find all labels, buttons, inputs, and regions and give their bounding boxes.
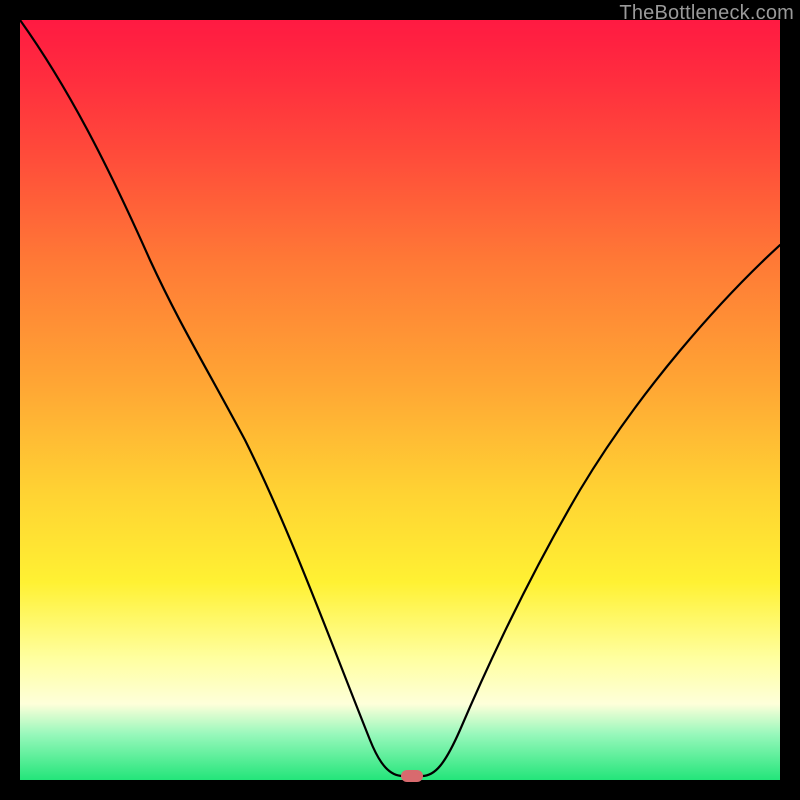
plot-area [20,20,780,780]
curve-path [20,20,780,776]
watermark-text: TheBottleneck.com [619,2,794,25]
chart-frame: TheBottleneck.com [0,0,800,800]
optimal-marker [401,770,423,782]
bottleneck-curve [20,20,780,780]
